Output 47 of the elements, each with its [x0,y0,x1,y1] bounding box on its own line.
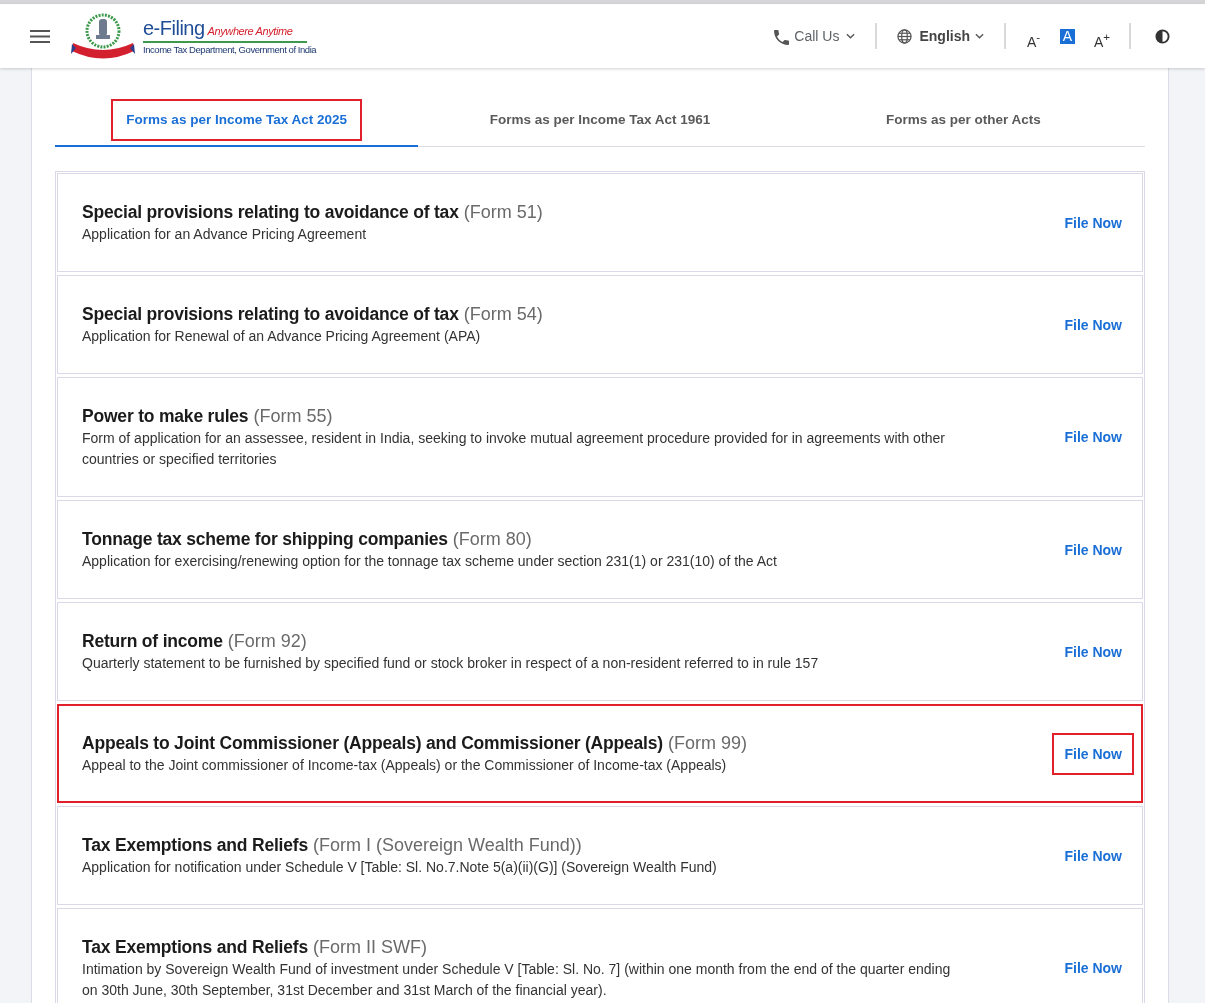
form-description: Application for Renewal of an Advance Pricing Agreement (APA) [82,327,482,346]
form-description: Intimation by Sovereign Wealth Fund of investment under Schedule V [Table: Sl. No. 7] (within one month from the end of the quarter ending on 30th June, 30th September, 31st December and 31st March of the financial year). [82,960,952,1000]
form-title: Special provisions relating to avoidance of tax [82,303,459,326]
file-now-link[interactable]: File Now [1052,303,1134,346]
form-title: Special provisions relating to avoidance of tax [82,201,459,224]
file-now-link[interactable]: File Now [1052,201,1134,244]
form-description: Quarterly statement to be furnished by specified fund or stock broker in respect of a non-resident referred to in rule 157 [82,654,820,673]
tab[interactable]: Forms as per Income Tax Act 1961 [418,99,782,147]
call-us-dropdown[interactable]: Call Us [774,27,856,45]
file-now-link[interactable]: File Now [1052,528,1134,571]
contrast-icon[interactable] [1155,28,1170,44]
brand-tagline: Anywhere Anytime [207,25,293,37]
form-description: Appeal to the Joint commissioner of Income-tax (Appeals) or the Commissioner of Income-tax (Appeals) [82,756,728,775]
form-description: Application for an Advance Pricing Agreement [82,225,368,244]
form-code: (Form 51) [463,201,543,224]
form-title: Tax Exemptions and Reliefs [82,936,308,959]
form-code: (Form 99) [667,732,747,755]
form-code: (Form 92) [227,630,307,653]
menu-icon[interactable] [30,29,50,43]
phone-icon [774,29,790,45]
tab[interactable]: Forms as per other Acts [781,99,1145,147]
form-code: (Form 54) [463,303,543,326]
file-now-link[interactable]: File Now [1052,732,1134,775]
form-description: Application for exercising/renewing option for the tonnage tax scheme under section 231(1) or 231(10) of the Act [82,552,778,571]
font-size-button[interactable]: A [1060,28,1075,44]
form-title: Return of income [82,630,223,653]
language-dropdown[interactable]: English [897,28,984,44]
file-now-link[interactable]: File Now [1052,630,1134,673]
form-description: Application for notification under Schedule V [Table: Sl. No.7.Note 5(a)(ii)(G)] (Sovereign Wealth Fund) [82,858,718,877]
file-now-link[interactable]: File Now [1052,834,1134,877]
file-now-link[interactable]: File Now [1052,947,1134,989]
form-title: Tonnage tax scheme for shipping companies [82,528,448,551]
emblem-icon [70,12,136,60]
brand-title: e-Filing [143,17,205,40]
globe-icon [897,28,913,44]
form-title: Power to make rules [82,405,249,428]
form-title: Tax Exemptions and Reliefs [82,834,308,857]
form-code: (Form II SWF) [312,936,427,959]
form-title: Appeals to Joint Commissioner (Appeals) and Commissioner (Appeals) [82,732,663,755]
form-code: (Form I (Sovereign Wealth Fund)) [312,834,582,857]
caret-icon [975,33,984,39]
brand-subtitle: Income Tax Department, Government of India [143,44,317,55]
form-code: (Form 80) [452,528,532,551]
file-now-link[interactable]: File Now [1052,416,1134,458]
form-code: (Form 55) [253,405,333,428]
form-description: Form of application for an assessee, resident in India, seeking to invoke mutual agreement procedure provided for in agreements with other countries or specified territories [82,429,947,469]
caret-icon [846,33,856,39]
